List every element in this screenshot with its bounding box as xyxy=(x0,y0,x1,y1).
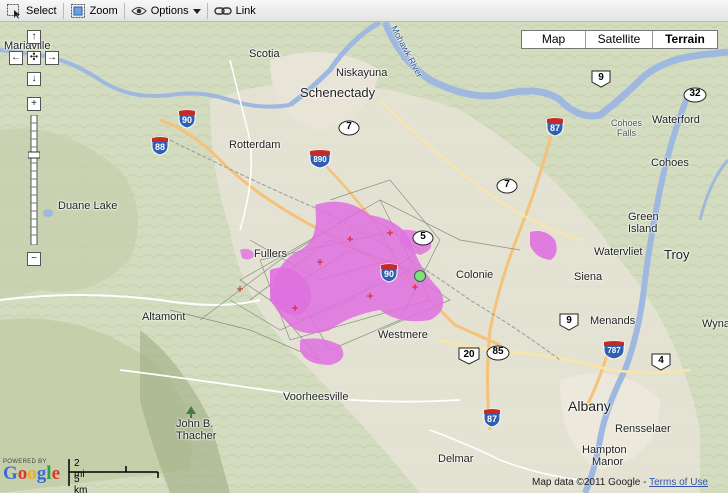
place-label-delmar: Delmar xyxy=(438,453,474,465)
route-shield-4: 4 xyxy=(651,353,671,376)
place-label-altamont: Altamont xyxy=(142,311,186,323)
arrow-down-icon: ↓ xyxy=(31,73,37,84)
pan-down-button[interactable]: ↓ xyxy=(27,72,41,86)
map-copyright: Map data ©2011 Google - Terms of Use xyxy=(532,477,708,488)
place-label-duane-lake: Duane Lake xyxy=(58,200,118,212)
interstate-shield-88: 88 xyxy=(150,136,170,161)
pan-center-button[interactable]: ✣ xyxy=(27,51,41,65)
move-icon: ✣ xyxy=(29,52,39,63)
interstate-shield-890: 890 xyxy=(308,149,332,174)
pan-up-button[interactable]: ↑ xyxy=(27,30,41,44)
interstate-shield-87: 87 xyxy=(482,408,502,433)
route-shield-9: 9 xyxy=(591,70,611,93)
arrow-right-icon: → xyxy=(47,52,57,63)
interstate-shield-90: 90 xyxy=(177,109,197,134)
zoom-icon xyxy=(70,3,86,19)
place-label-watervliet: Watervliet xyxy=(594,246,643,258)
place-label-fullers: Fullers xyxy=(254,248,288,260)
place-label-thacher: Thacher xyxy=(176,430,217,442)
zoom-label: Zoom xyxy=(89,4,118,17)
place-label-hampton: Hampton xyxy=(582,444,627,456)
terms-of-use-link[interactable]: Terms of Use xyxy=(649,477,708,488)
zoom-slider-handle xyxy=(27,151,41,159)
place-label-cohoes-falls-2: Falls xyxy=(617,128,637,138)
place-label-voorheesville: Voorheesville xyxy=(283,391,349,403)
place-label-scotia: Scotia xyxy=(249,48,280,60)
zoom-slider[interactable] xyxy=(27,114,41,246)
pan-right-button[interactable]: → xyxy=(45,51,59,65)
place-label-siena: Siena xyxy=(574,271,603,283)
plus-icon: + xyxy=(31,98,37,109)
link-icon xyxy=(213,6,232,16)
select-tool-button[interactable]: Select xyxy=(0,1,63,21)
route-shield-7: 7 xyxy=(338,120,360,141)
zoom-out-button[interactable]: − xyxy=(27,252,41,266)
google-wordmark: Google xyxy=(3,463,60,484)
place-label-cohoes: Cohoes xyxy=(651,157,689,169)
arrow-up-icon: ↑ xyxy=(31,31,37,42)
link-label: Link xyxy=(235,4,256,17)
map-canvas[interactable]: Scotia Niskayuna Schenectady Mariaville … xyxy=(0,22,728,493)
place-label-green: Green xyxy=(628,211,659,223)
route-shield-7: 7 xyxy=(496,178,518,199)
map-type-switcher: Map Satellite Terrain xyxy=(521,30,718,49)
eye-icon xyxy=(130,5,147,17)
route-shield-85: 85 xyxy=(486,345,510,366)
select-label: Select xyxy=(26,4,57,17)
current-location-marker xyxy=(414,270,426,282)
place-label-schenectady: Schenectady xyxy=(300,85,376,100)
map-data-attribution: Map data ©2011 Google - xyxy=(532,477,647,488)
map-type-terrain-button[interactable]: Terrain xyxy=(653,31,717,48)
map-type-map-button[interactable]: Map xyxy=(522,31,586,48)
select-icon xyxy=(6,3,22,19)
place-label-wyna: Wyna xyxy=(702,318,728,330)
tree-icon xyxy=(186,405,196,423)
pan-left-button[interactable]: ← xyxy=(9,51,23,65)
place-label-island: Island xyxy=(628,223,658,235)
map-type-satellite-button[interactable]: Satellite xyxy=(586,31,653,48)
link-button[interactable]: Link xyxy=(208,1,262,21)
place-label-manor: Manor xyxy=(592,456,624,468)
interstate-shield-90: 90 xyxy=(379,263,399,288)
chevron-down-icon xyxy=(192,8,201,14)
route-shield-5: 5 xyxy=(412,230,434,251)
place-label-albany: Albany xyxy=(568,398,611,414)
route-shield-32: 32 xyxy=(683,87,707,108)
scale-km: 5 km xyxy=(74,474,88,493)
place-label-troy: Troy xyxy=(664,247,690,262)
route-shield-20: 20 xyxy=(458,347,480,370)
minus-icon: − xyxy=(31,253,37,264)
place-label-waterford: Waterford xyxy=(652,114,700,126)
interstate-shield-87: 87 xyxy=(545,117,565,142)
map-toolbar: Select Zoom Options Link xyxy=(0,0,728,22)
arrow-left-icon: ← xyxy=(11,52,21,63)
place-label-niskayuna: Niskayuna xyxy=(336,67,388,79)
place-label-colonie: Colonie xyxy=(456,269,494,281)
zoom-in-button[interactable]: + xyxy=(27,97,41,111)
place-label-westmere: Westmere xyxy=(378,329,428,341)
place-label-rotterdam: Rotterdam xyxy=(229,139,281,151)
google-logo[interactable]: POWERED BY Google xyxy=(3,459,60,483)
interstate-shield-787: 787 xyxy=(602,340,626,365)
route-shield-9: 9 xyxy=(559,313,579,336)
zoom-tool-button[interactable]: Zoom xyxy=(64,1,124,21)
place-label-rensselaer: Rensselaer xyxy=(615,423,671,435)
options-label: Options xyxy=(150,4,189,17)
place-label-cohoes-falls-1: Cohoes xyxy=(611,118,643,128)
place-label-menands: Menands xyxy=(590,315,636,327)
options-menu-button[interactable]: Options xyxy=(125,1,207,21)
